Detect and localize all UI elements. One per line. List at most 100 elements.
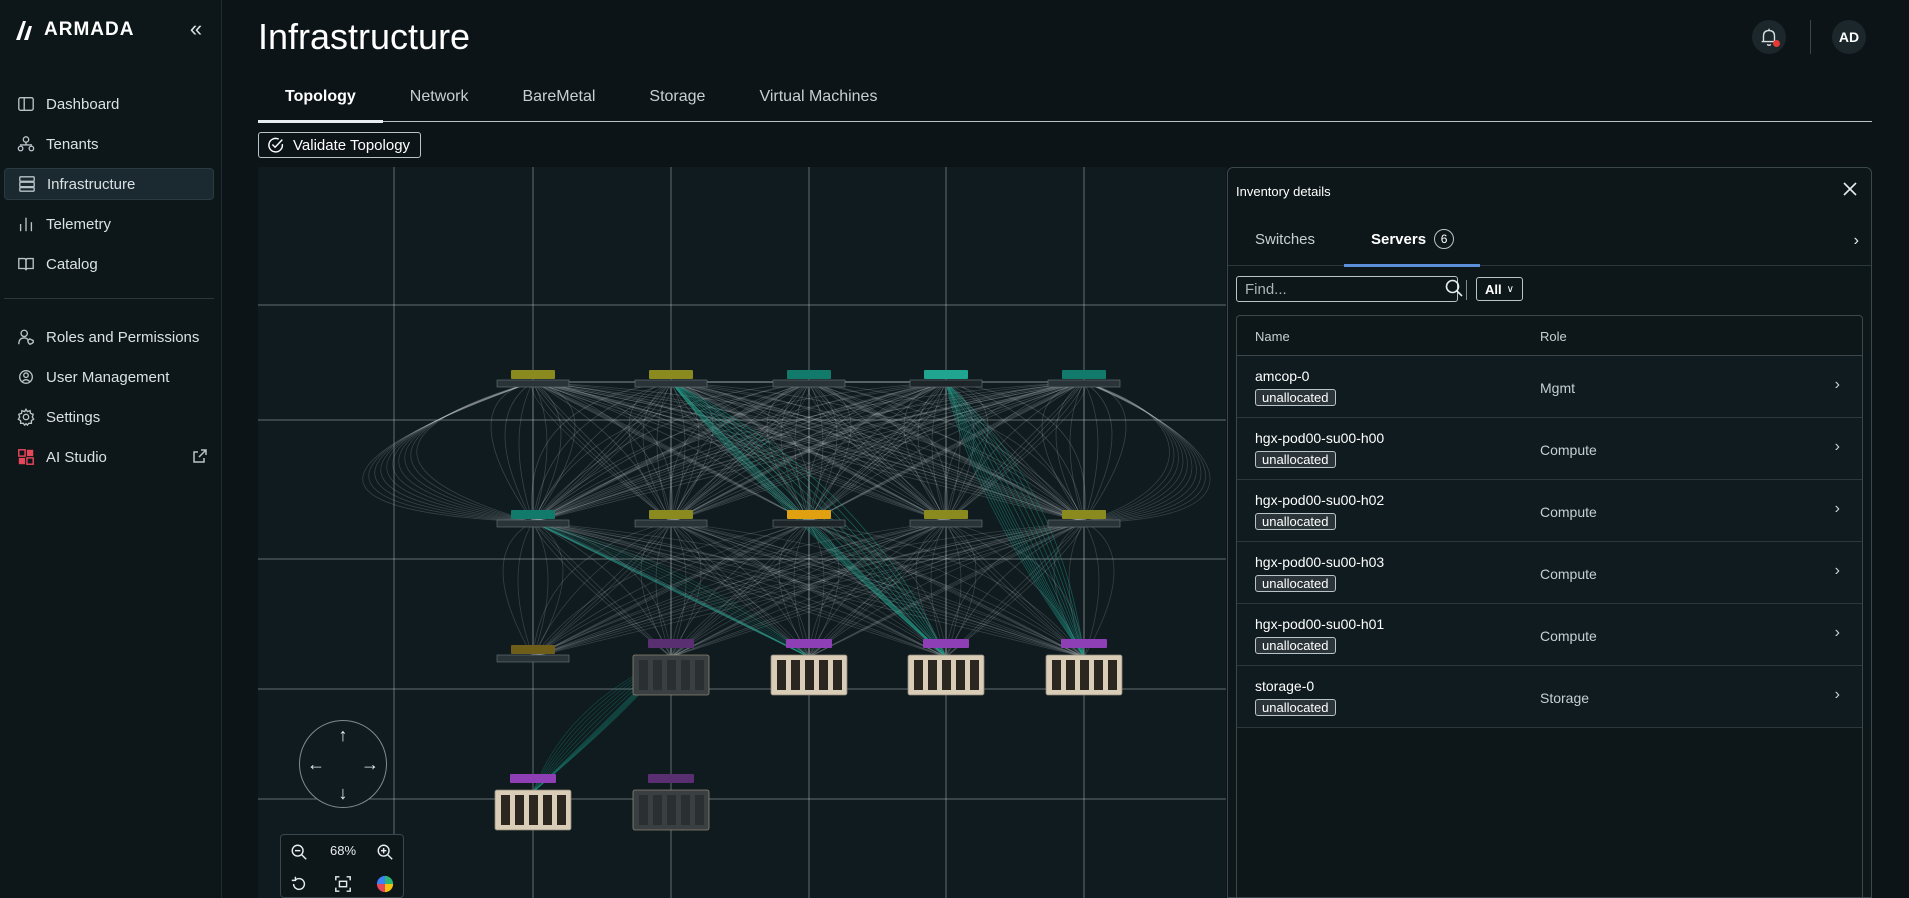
node-label [1061,639,1107,648]
table-row[interactable]: amcop-0 unallocated Mgmt › [1237,356,1862,418]
infrastructure-icon [17,174,37,194]
pan-right-icon[interactable]: → [360,754,380,774]
server-bay [777,660,786,690]
sidebar-item-dashboard[interactable]: Dashboard [4,88,214,120]
server-role: Compute [1540,442,1597,458]
topology-canvas[interactable] [258,167,1226,898]
filter-select[interactable]: All ∨ [1476,277,1523,301]
chevron-right-icon[interactable]: › [1835,500,1840,518]
switch-node [1047,379,1121,388]
external-link-icon [192,448,208,464]
telemetry-icon [16,214,36,234]
catalog-icon [16,254,36,274]
tab-network[interactable]: Network [383,72,496,122]
node-label [649,370,693,379]
search-icon[interactable] [1444,278,1464,300]
link-line [518,381,534,523]
roles-icon [16,327,36,347]
server-bay [928,660,937,690]
servers-count-badge: 6 [1434,229,1455,249]
reset-icon[interactable] [287,872,311,896]
server-bay [1066,660,1075,690]
notification-dot [1773,40,1780,47]
server-bay [667,795,676,825]
collapse-sidebar-icon[interactable]: « [184,18,208,42]
tab-storage[interactable]: Storage [622,72,732,122]
chevron-right-icon[interactable]: › [1835,686,1840,704]
link-line [374,381,534,523]
notifications-button[interactable] [1752,20,1786,54]
server-bay [653,795,662,825]
table-row[interactable]: hgx-pod00-su00-h02 unallocated Compute › [1237,480,1862,542]
server-name: amcop-0 [1255,368,1310,384]
status-badge: unallocated [1255,699,1336,716]
sidebar-item-catalog[interactable]: Catalog [4,248,214,280]
chevron-right-icon[interactable]: › [1835,624,1840,642]
sidebar-item-label: Dashboard [46,95,120,113]
pan-left-icon[interactable]: ← [306,754,326,774]
server-bay [805,660,814,690]
close-icon[interactable] [1839,178,1861,200]
validate-topology-button[interactable]: Validate Topology [258,132,422,158]
link-line [392,381,534,523]
sidebar-nav: Dashboard Tenants Infrastructure Telemet… [4,88,214,481]
link-line [517,521,534,658]
column-header-name: Name [1255,329,1290,344]
tab-topology[interactable]: Topology [258,72,383,123]
sidebar-item-ai-studio[interactable]: AI Studio [4,441,214,473]
zoom-in-icon[interactable] [373,840,397,864]
topology-graph[interactable] [258,167,1226,898]
chevron-right-icon[interactable]: › [1835,376,1840,394]
sidebar-item-telemetry[interactable]: Telemetry [4,208,214,240]
fit-to-screen-icon[interactable] [331,872,355,896]
chevron-right-icon[interactable]: › [1854,232,1859,250]
table-row[interactable]: storage-0 unallocated Storage › [1237,666,1862,728]
pan-up-icon[interactable]: ↑ [333,725,353,745]
node-label [1062,370,1106,379]
link-line [1083,381,1188,523]
sidebar-item-settings[interactable]: Settings [4,401,214,433]
node-label [787,510,831,519]
tab-switches[interactable]: Switches [1255,212,1315,266]
sidebar-item-roles[interactable]: Roles and Permissions [4,321,214,353]
table-row[interactable]: hgx-pod00-su00-h03 unallocated Compute › [1237,542,1862,604]
table-row[interactable]: hgx-pod00-su00-h01 unallocated Compute › [1237,604,1862,666]
header-divider [1810,20,1811,54]
zoom-level: 68% [329,843,357,858]
switch-node [496,519,570,528]
server-bay [501,795,510,825]
chevron-right-icon[interactable]: › [1835,562,1840,580]
chevron-right-icon[interactable]: › [1835,438,1840,456]
server-bay [695,795,704,825]
sidebar-item-user-management[interactable]: User Management [4,361,214,393]
switch-node [634,519,708,528]
search-box [1236,276,1463,302]
node-label [511,645,555,654]
table-header: Name Role [1237,316,1862,356]
status-badge: unallocated [1255,637,1336,654]
sidebar-item-tenants[interactable]: Tenants [4,128,214,160]
link-line [1083,381,1202,523]
tab-servers[interactable]: Servers 6 [1343,212,1481,267]
table-row[interactable]: hgx-pod00-su00-h00 unallocated Compute › [1237,418,1862,480]
tab-virtual-machines[interactable]: Virtual Machines [732,72,904,122]
server-bay [529,795,538,825]
link-line [1069,381,1085,523]
node-label [924,370,968,379]
main-tabs: Topology Network BareMetal Storage Virtu… [258,72,1872,123]
server-bay [681,795,690,825]
search-input[interactable] [1237,277,1444,301]
link-line [1083,521,1100,658]
pan-down-icon[interactable]: ↓ [333,783,353,803]
tab-baremetal[interactable]: BareMetal [495,72,622,122]
avatar[interactable]: AD [1832,20,1866,54]
column-header-role: Role [1540,329,1567,344]
switch-node [909,519,983,528]
server-bay [667,660,676,690]
node-label [924,510,968,519]
sidebar-item-infrastructure[interactable]: Infrastructure [4,168,214,200]
switch-node [772,519,846,528]
zoom-out-icon[interactable] [287,840,311,864]
color-legend-icon[interactable] [373,872,397,896]
brand-name: ARMADA [44,19,135,40]
